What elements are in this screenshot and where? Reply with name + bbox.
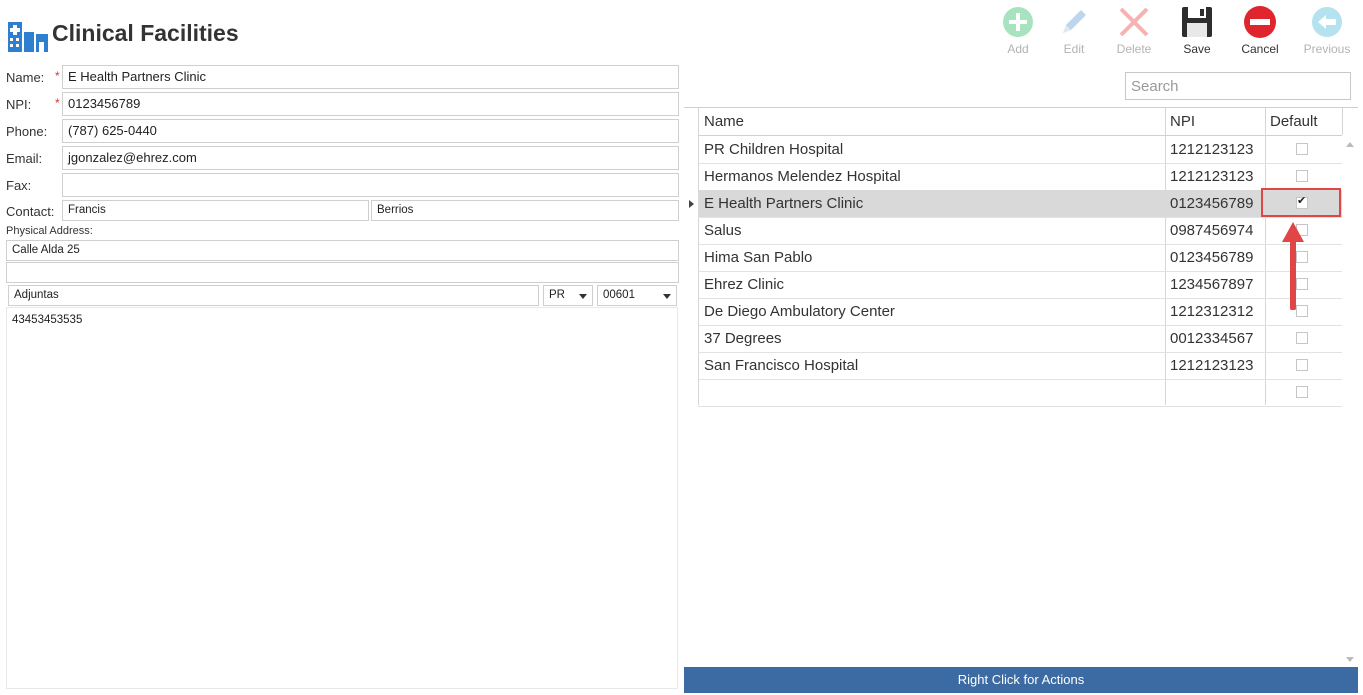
cell-name: Hima San Pablo (704, 249, 813, 266)
cell-npi: 1212123123 (1170, 141, 1254, 158)
column-header-default[interactable]: Default (1270, 108, 1318, 135)
column-header-name[interactable]: Name (704, 108, 744, 135)
delete-label: Delete (1116, 42, 1152, 56)
npi-required-mark: * (55, 96, 60, 110)
previous-button[interactable]: Previous (1299, 5, 1355, 61)
npi-field[interactable]: 0123456789 (62, 92, 679, 116)
name-field[interactable]: E Health Partners Clinic (62, 65, 679, 89)
state-select-value: PR (549, 289, 565, 301)
fax-field[interactable] (62, 173, 679, 197)
default-checkbox[interactable] (1296, 170, 1308, 182)
cell-npi: 0987456974 (1170, 222, 1254, 239)
default-checkbox[interactable] (1296, 143, 1308, 155)
edit-button[interactable]: Edit (1046, 5, 1102, 61)
facilities-grid: Name NPI Default PR Children Hospital 121… (684, 107, 1358, 668)
name-label: Name: (6, 70, 45, 85)
state-select[interactable]: PR (543, 285, 593, 306)
previous-label: Previous (1303, 42, 1351, 56)
table-row[interactable]: Hermanos Melendez Hospital 1212123123 (698, 163, 1342, 191)
cell-npi: 0123456789 (1170, 195, 1254, 212)
edit-label: Edit (1063, 42, 1085, 56)
contact-last-name-field[interactable]: Berrios (371, 200, 679, 221)
cell-npi: 1212123123 (1170, 357, 1254, 374)
cell-name: E Health Partners Clinic (704, 195, 864, 212)
arrow-left-icon (1312, 7, 1342, 37)
fax-label: Fax: (6, 178, 32, 193)
contact-label: Contact: (6, 204, 55, 219)
no-entry-icon (1244, 6, 1276, 38)
cell-name: Hermanos Melendez Hospital (704, 168, 901, 185)
default-highlight-box (1261, 188, 1341, 217)
save-button[interactable]: Save (1169, 5, 1225, 61)
name-required-mark: * (55, 69, 60, 83)
cell-name: De Diego Ambulatory Center (704, 303, 895, 320)
table-row[interactable]: Ehrez Clinic 1234567897 (698, 271, 1342, 299)
default-checkbox[interactable] (1296, 332, 1308, 344)
chevron-down-icon (579, 294, 587, 299)
chevron-down-icon (663, 294, 671, 299)
table-row[interactable] (698, 379, 1342, 407)
email-label: Email: (6, 151, 43, 166)
scroll-down-icon[interactable] (1346, 657, 1354, 662)
cell-npi: 0012334567 (1170, 330, 1254, 347)
search-input[interactable]: Search (1125, 72, 1351, 100)
delete-button[interactable]: Delete (1106, 5, 1162, 61)
cell-npi: 1212123123 (1170, 168, 1254, 185)
add-button[interactable]: Add (990, 5, 1046, 61)
phone-field[interactable]: (787) 625-0440 (62, 119, 679, 143)
row-indicator-icon (689, 200, 694, 208)
table-row[interactable]: 37 Degrees 0012334567 (698, 325, 1342, 353)
default-checkbox[interactable] (1296, 359, 1308, 371)
cell-name: Ehrez Clinic (704, 276, 785, 293)
address-line2-field[interactable] (6, 262, 679, 283)
add-label: Add (1007, 42, 1029, 56)
column-header-npi[interactable]: NPI (1170, 108, 1195, 135)
close-icon (1119, 7, 1149, 37)
cell-name: San Francisco Hospital (704, 357, 859, 374)
cell-npi: 1234567897 (1170, 276, 1254, 293)
floppy-disk-icon (1182, 7, 1212, 37)
default-checkbox[interactable] (1296, 386, 1308, 398)
add-icon (1003, 7, 1033, 37)
table-row[interactable]: De Diego Ambulatory Center 1212312312 (698, 298, 1342, 326)
zip-select[interactable]: 00601 (597, 285, 677, 306)
scroll-up-icon[interactable] (1346, 142, 1354, 147)
address-line1-field[interactable]: Calle Alda 25 (6, 240, 679, 261)
phone-label: Phone: (6, 124, 48, 139)
cell-npi: 0123456789 (1170, 249, 1254, 266)
cancel-label: Cancel (1241, 42, 1279, 56)
city-field[interactable]: Adjuntas (8, 285, 539, 306)
arrow-up-icon (1280, 220, 1306, 315)
pencil-icon (1063, 10, 1086, 33)
table-row[interactable]: E Health Partners Clinic 0123456789 (689, 190, 1342, 218)
cell-npi: 1212312312 (1170, 303, 1254, 320)
npi-label: NPI: (6, 97, 32, 112)
save-label: Save (1183, 42, 1211, 56)
notes-area[interactable] (6, 307, 678, 689)
table-row[interactable]: Salus 0987456974 (698, 217, 1342, 245)
table-row[interactable]: PR Children Hospital 1212123123 (698, 136, 1342, 164)
hospital-icon (8, 20, 48, 52)
zip-select-value: 00601 (603, 289, 635, 301)
page-title: Clinical Facilities (52, 20, 239, 46)
cell-name: PR Children Hospital (704, 141, 844, 158)
table-row[interactable]: San Francisco Hospital 1212123123 (698, 352, 1342, 380)
email-field[interactable]: jgonzalez@ehrez.com (62, 146, 679, 170)
cell-name: 37 Degrees (704, 330, 782, 347)
cancel-button[interactable]: Cancel (1232, 5, 1288, 61)
notes-text: 43453453535 (12, 314, 83, 326)
contact-first-name-field[interactable]: Francis (62, 200, 369, 221)
actions-footer[interactable]: Right Click for Actions (684, 667, 1358, 693)
cell-name: Salus (704, 222, 742, 239)
physical-address-label: Physical Address: (6, 225, 93, 237)
table-row[interactable]: Hima San Pablo 0123456789 (698, 244, 1342, 272)
